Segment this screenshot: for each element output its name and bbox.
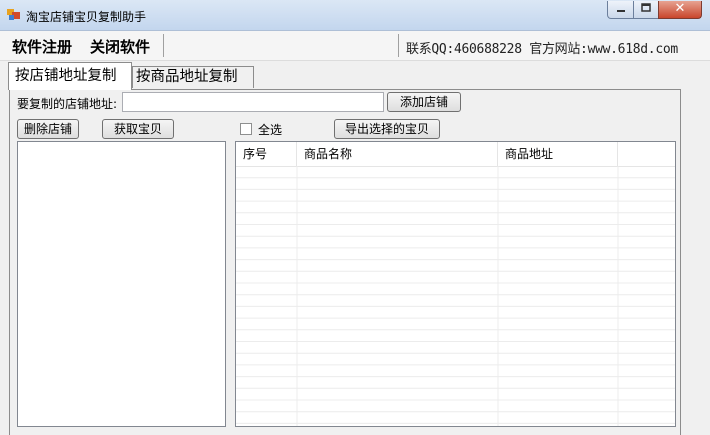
menu-bar: 软件注册 关闭软件 联系QQ:460688228 官方网站:www.618d.c… bbox=[0, 31, 710, 61]
title-bar: 淘宝店铺宝贝复制助手 ✕ bbox=[0, 0, 710, 31]
items-table[interactable]: 序号 商品名称 商品地址 bbox=[235, 141, 676, 427]
column-header-filler bbox=[618, 142, 675, 166]
minimize-icon bbox=[616, 10, 625, 12]
minimize-button[interactable] bbox=[607, 1, 634, 19]
menu-separator bbox=[398, 34, 399, 57]
add-shop-button[interactable]: 添加店铺 bbox=[387, 92, 461, 112]
delete-shop-button[interactable]: 删除店铺 bbox=[17, 119, 79, 139]
table-gridlines bbox=[236, 166, 675, 426]
export-selected-button[interactable]: 导出选择的宝贝 bbox=[334, 119, 440, 139]
select-all-label[interactable]: 全选 bbox=[258, 121, 282, 138]
close-button[interactable]: ✕ bbox=[658, 1, 702, 19]
tab-by-shop-address[interactable]: 按店铺地址复制 bbox=[8, 62, 132, 90]
table-header: 序号 商品名称 商品地址 bbox=[236, 142, 675, 167]
menu-close-app[interactable]: 关闭软件 bbox=[90, 36, 150, 57]
column-header-name[interactable]: 商品名称 bbox=[297, 142, 498, 166]
shop-list[interactable] bbox=[17, 141, 226, 427]
app-icon bbox=[7, 9, 20, 20]
tab-by-item-address[interactable]: 按商品地址复制 bbox=[132, 66, 254, 88]
menu-separator bbox=[163, 34, 164, 57]
column-header-url[interactable]: 商品地址 bbox=[498, 142, 618, 166]
maximize-button[interactable] bbox=[633, 1, 659, 19]
fetch-items-button[interactable]: 获取宝贝 bbox=[102, 119, 174, 139]
shop-address-input[interactable] bbox=[122, 92, 384, 112]
contact-info: 联系QQ:460688228 官方网站:www.618d.com bbox=[406, 42, 678, 57]
menu-register[interactable]: 软件注册 bbox=[12, 36, 72, 57]
shop-address-label: 要复制的店铺地址: bbox=[17, 97, 118, 111]
close-icon: ✕ bbox=[674, 1, 686, 16]
column-header-index[interactable]: 序号 bbox=[236, 142, 297, 166]
select-all-checkbox[interactable] bbox=[240, 123, 252, 135]
window-title: 淘宝店铺宝贝复制助手 bbox=[26, 10, 147, 24]
maximize-icon bbox=[641, 3, 651, 12]
